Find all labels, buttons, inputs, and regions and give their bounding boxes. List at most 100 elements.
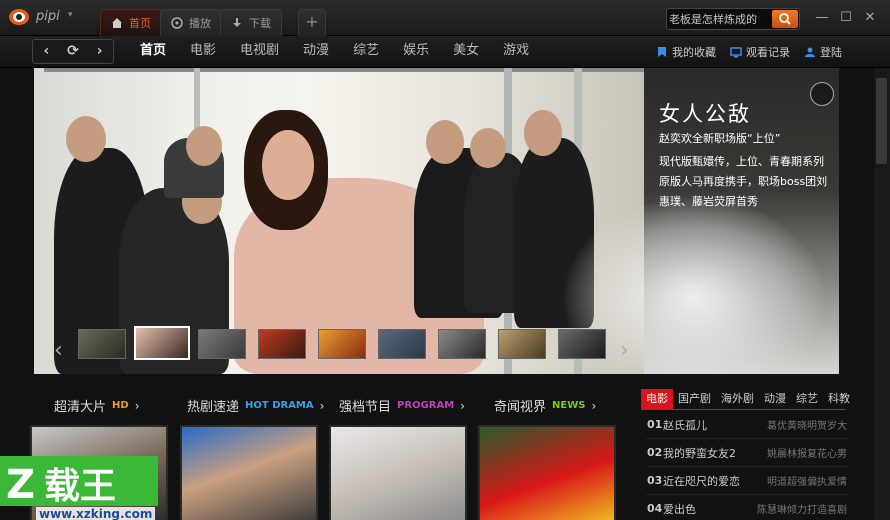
- rank-tab-domestic[interactable]: 国产剧: [673, 389, 716, 409]
- person-head: [470, 128, 506, 168]
- thumbnail[interactable]: [498, 329, 546, 359]
- section-header-program[interactable]: 强档节目 PROGRAM ›: [339, 396, 465, 416]
- history-label: 观看记录: [746, 46, 790, 59]
- section-title: 强档节目: [339, 400, 392, 415]
- rank-number: 03: [647, 474, 663, 487]
- chevron-right-icon: ›: [319, 398, 325, 413]
- eye-logo-icon: [9, 9, 29, 25]
- thumbnail[interactable]: [258, 329, 306, 359]
- nav-link-anime[interactable]: 动漫: [291, 36, 341, 68]
- nav-link-beauty[interactable]: 美女: [441, 36, 491, 68]
- card-thumbnail: [182, 427, 316, 520]
- thumbnail[interactable]: [558, 329, 606, 359]
- maximize-button[interactable]: ☐: [838, 10, 854, 26]
- section-tag: HOT DRAMA: [245, 400, 314, 411]
- thumbnail[interactable]: [318, 329, 366, 359]
- chevron-right-icon: ›: [460, 398, 465, 413]
- ranking-item[interactable]: 01 赵氏孤儿 葛优黄晓明贺岁大: [647, 411, 847, 439]
- home-icon: [112, 18, 122, 28]
- nav-controls: ‹ ⟳ ›: [32, 39, 114, 64]
- user-icon: [805, 47, 815, 57]
- section-title: 热剧速递: [187, 400, 240, 415]
- nav-link-variety[interactable]: 综艺: [341, 36, 391, 68]
- thumbnail[interactable]: [438, 329, 486, 359]
- thumbnail[interactable]: [78, 329, 126, 359]
- nav-link-games[interactable]: 游戏: [491, 36, 541, 68]
- thumbnail-active[interactable]: [134, 326, 190, 360]
- favorites-link[interactable]: 我的收藏: [656, 36, 716, 68]
- ranking-item[interactable]: 03 近在咫尺的爱恋 明道超强偏执爱情: [647, 467, 847, 495]
- nav-bar: ‹ ⟳ › 首页 电影 电视剧 动漫 综艺 娱乐 美女 游戏 我的收藏 观看记录…: [0, 36, 890, 68]
- nav-link-entertainment[interactable]: 娱乐: [391, 36, 441, 68]
- login-label: 登陆: [820, 46, 842, 59]
- nav-link-home[interactable]: 首页: [128, 36, 178, 68]
- ranking-item[interactable]: 04 爱出色 陈慧琳倾力打造喜剧: [647, 495, 847, 520]
- rank-tab-anime[interactable]: 动漫: [759, 389, 791, 409]
- title-bar: pipi ▾ 首页 播放 下载 + — ☐ ✕: [0, 0, 890, 36]
- tab-label: 下载: [249, 17, 271, 30]
- nav-link-movies[interactable]: 电影: [178, 36, 228, 68]
- video-card[interactable]: [329, 425, 467, 520]
- rank-desc: 明道超强偏执爱情: [767, 477, 847, 488]
- ranking-item[interactable]: 02 我的野蛮女友2 姚晨林报复花心男: [647, 439, 847, 467]
- tab-home[interactable]: 首页: [100, 9, 162, 36]
- chevron-down-icon[interactable]: ▾: [68, 10, 73, 20]
- chevron-right-icon: ›: [134, 398, 140, 413]
- refresh-button[interactable]: ⟳: [60, 40, 87, 63]
- user-links: 我的收藏 观看记录 登陆: [656, 36, 842, 68]
- app-brand: pipi: [36, 9, 60, 24]
- chevron-left-icon[interactable]: ‹: [54, 338, 63, 363]
- video-card[interactable]: [478, 425, 616, 520]
- watermark-text: 载王: [44, 466, 116, 507]
- ranking-tabs: 电影 国产剧 海外剧 动漫 综艺 科教: [641, 389, 855, 409]
- screen-icon: [730, 47, 742, 58]
- login-link[interactable]: 登陆: [804, 36, 842, 68]
- banner-description: 现代版甄嬛传，上位、青春期系列原版人马再度携手，职场boss团刘惠璞、藤岩荧屏首…: [659, 155, 828, 208]
- add-tab-button[interactable]: +: [298, 9, 326, 36]
- scrollbar-thumb[interactable]: [876, 78, 887, 164]
- rank-desc: 葛优黄晓明贺岁大: [767, 421, 847, 432]
- section-header-hd[interactable]: 超清大片 HD ›: [54, 396, 140, 416]
- rank-title: 近在咫尺的爱恋: [663, 474, 740, 488]
- nav-link-tv[interactable]: 电视剧: [228, 36, 291, 68]
- search-box: [666, 8, 800, 30]
- rank-tab-overseas[interactable]: 海外剧: [716, 389, 759, 409]
- section-title: 奇闻视界: [494, 400, 547, 415]
- history-link[interactable]: 观看记录: [730, 36, 790, 68]
- search-button[interactable]: [772, 10, 798, 28]
- section-tag: HD: [112, 400, 129, 411]
- tab-play[interactable]: 播放: [160, 9, 222, 36]
- rank-tab-science[interactable]: 科教: [823, 389, 855, 409]
- rank-desc: 姚晨林报复花心男: [767, 449, 847, 460]
- chevron-right-icon[interactable]: ›: [620, 338, 629, 363]
- person-head: [426, 120, 464, 164]
- nav-links: 首页 电影 电视剧 动漫 综艺 娱乐 美女 游戏: [128, 36, 541, 68]
- person-head: [66, 116, 106, 162]
- tab-download[interactable]: 下载: [220, 9, 282, 36]
- video-card[interactable]: [180, 425, 318, 520]
- rank-tab-movies[interactable]: 电影: [641, 389, 673, 409]
- card-thumbnail: [331, 427, 465, 520]
- close-button[interactable]: ✕: [862, 10, 878, 26]
- app-logo[interactable]: pipi ▾: [6, 6, 76, 30]
- thumbnail[interactable]: [198, 329, 246, 359]
- person-head: [524, 110, 562, 156]
- ranking-divider: [641, 409, 846, 410]
- section-header-news[interactable]: 奇闻视界 NEWS ›: [494, 396, 597, 416]
- rank-number: 01: [647, 418, 663, 431]
- back-button[interactable]: ‹: [33, 40, 60, 63]
- hero-banner[interactable]: 女人公敌 赵奕欢全新职场版“上位” 现代版甄嬛传，上位、青春期系列原版人马再度携…: [34, 68, 839, 374]
- thumbnail[interactable]: [378, 329, 426, 359]
- rank-title: 赵氏孤儿: [663, 418, 707, 432]
- chevron-right-icon: ›: [591, 398, 597, 413]
- minimize-button[interactable]: —: [814, 10, 830, 26]
- bookmark-icon: [658, 47, 666, 57]
- search-input[interactable]: [669, 10, 773, 28]
- section-header-drama[interactable]: 热剧速递 HOT DRAMA ›: [187, 396, 325, 416]
- rank-number: 02: [647, 446, 663, 459]
- card-thumbnail: [480, 427, 614, 520]
- badge-icon: [810, 82, 834, 106]
- forward-button[interactable]: ›: [86, 40, 113, 63]
- rank-tab-variety[interactable]: 综艺: [791, 389, 823, 409]
- download-icon: [233, 18, 241, 27]
